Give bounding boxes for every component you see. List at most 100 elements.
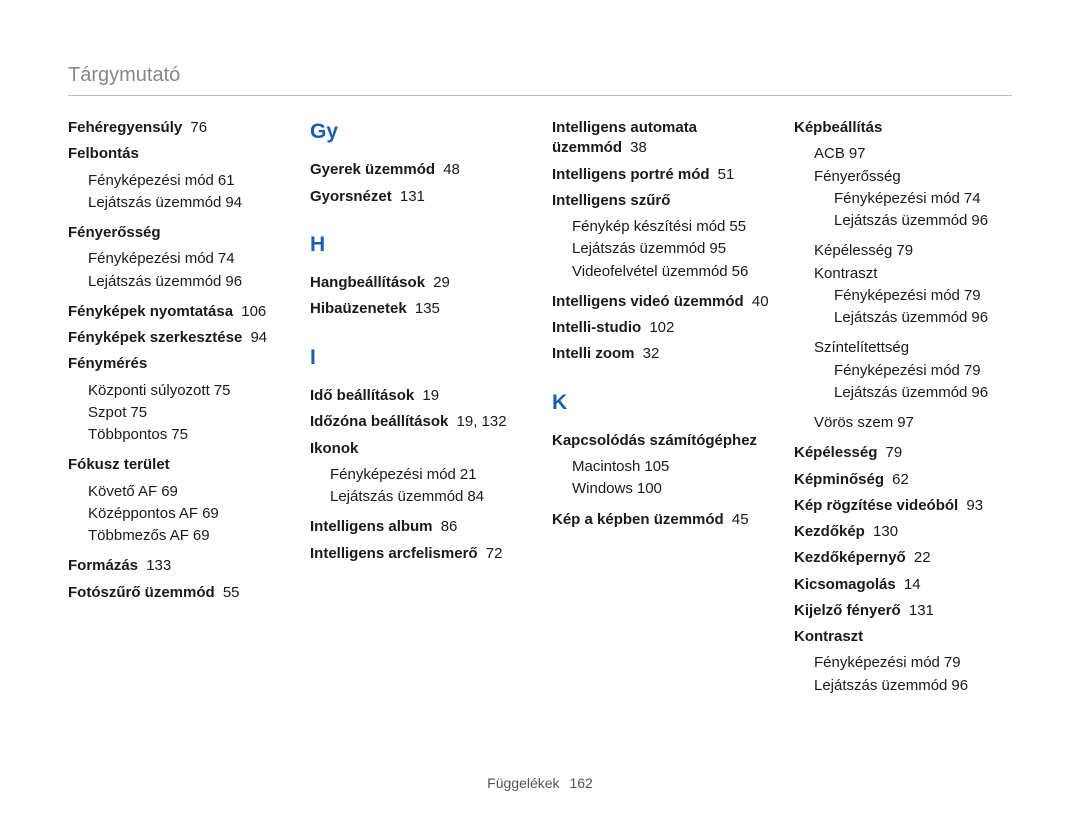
index-page-number: 14 xyxy=(900,576,921,593)
index-page-number: 75 xyxy=(214,382,231,399)
index-subentry: Fényképezési mód74 xyxy=(88,249,286,269)
index-subentries: Macintosh105Windows100 xyxy=(572,457,770,500)
index-entry: Kép a képben üzemmód 45 xyxy=(552,510,770,530)
footer-page: 162 xyxy=(569,775,592,791)
index-entry: Képminőség 62 xyxy=(794,470,1012,490)
index-entry: Kapcsolódás számítógéphez xyxy=(552,431,770,451)
index-entry: Fénymérés xyxy=(68,354,286,374)
index-subentry: Központi súlyozott75 xyxy=(88,381,286,401)
index-page-number: 97 xyxy=(849,145,866,162)
index-entry-label: Intelligens szűrő xyxy=(552,192,670,209)
index-subentry: Lejátszás üzemmód96 xyxy=(834,308,1012,328)
index-subentry-label: Macintosh xyxy=(572,458,640,475)
index-page-number: 94 xyxy=(225,194,242,211)
index-subentry: Lejátszás üzemmód84 xyxy=(330,487,528,507)
index-entry-label: Ikonok xyxy=(310,440,358,457)
index-page-number: 21 xyxy=(460,466,477,483)
index-entry: Fotószűrő üzemmód 55 xyxy=(68,583,286,603)
index-subentry: Fényképezési mód21 xyxy=(330,465,528,485)
index-subentry-label: Többpontos xyxy=(88,426,167,443)
index-subentry: Többpontos75 xyxy=(88,425,286,445)
index-entry: Ikonok xyxy=(310,439,528,459)
index-subentry-label: Lejátszás üzemmód xyxy=(834,212,967,229)
index-page-number: 32 xyxy=(639,345,660,362)
index-entry: Intelligens automata üzemmód 38 xyxy=(552,118,770,159)
index-entry-label: Kezdőkép xyxy=(794,523,865,540)
index-subentry: Lejátszás üzemmód96 xyxy=(834,383,1012,403)
index-entry-label: Kontraszt xyxy=(794,628,863,645)
index-columns: Fehéregyensúly 76 Felbontás Fényképezési m… xyxy=(68,118,1012,706)
index-entry-label: Hangbeállítások xyxy=(310,274,425,291)
page: Tárgymutató Fehéregyensúly 76FelbontásFé… xyxy=(0,0,1080,815)
index-column: GyGyerek üzemmód 48Gyorsnézet 131HHangbe… xyxy=(310,118,528,706)
index-subentry-label: Középpontos AF xyxy=(88,505,198,522)
index-page-number: 40 xyxy=(748,293,769,310)
index-entry-label: Intelligens portré mód xyxy=(552,166,710,183)
index-entry-label: Felbontás xyxy=(68,145,139,162)
index-entry-label: Gyerek üzemmód xyxy=(310,161,435,178)
index-subentry-label: Szpot xyxy=(88,404,126,421)
index-entry-label: Képminőség xyxy=(794,471,884,488)
index-subentry: Képélesség79 xyxy=(814,241,1012,261)
index-subentry-label: Lejátszás üzemmód xyxy=(834,384,967,401)
index-column: Fehéregyensúly 76 Felbontás Fényképezési m… xyxy=(68,118,286,706)
index-page-number: 79 xyxy=(944,654,961,671)
index-subentry-label: Fényképezési mód xyxy=(330,466,456,483)
index-subentry-label: Lejátszás üzemmód xyxy=(834,309,967,326)
index-subentry-label: Fénykép készítési mód xyxy=(572,218,725,235)
index-entry-label: Fénymérés xyxy=(68,355,147,372)
index-entry-label: Fehéregyensúly xyxy=(68,119,182,136)
index-entry-label: Kép a képben üzemmód xyxy=(552,511,724,528)
index-entry: Kezdőkép 130 xyxy=(794,522,1012,542)
index-subentry: Többmezős AF69 xyxy=(88,526,286,546)
index-subentry-label: Többmezős AF xyxy=(88,527,189,544)
index-entry-label: Fényképek nyomtatása xyxy=(68,303,233,320)
index-subentries: ACB97FényerősségFényképezési mód74Lejáts… xyxy=(814,144,1012,433)
index-subentry: Lejátszás üzemmód95 xyxy=(572,239,770,259)
index-subentry: Kontraszt xyxy=(814,264,1012,284)
index-page-number: 72 xyxy=(482,545,503,562)
index-page-number: 55 xyxy=(729,218,746,235)
index-entry: Hibaüzenetek 135 xyxy=(310,299,528,319)
index-page-number: 130 xyxy=(869,523,898,540)
index-letter-heading: K xyxy=(552,389,770,417)
index-entry: Intelligens szűrő xyxy=(552,191,770,211)
index-entry-label: Intelligens arcfelismerő xyxy=(310,545,478,562)
index-entry: Kontraszt xyxy=(794,627,1012,647)
index-entry-label: Idő beállítások xyxy=(310,387,414,404)
index-page-number: 69 xyxy=(161,483,178,500)
index-page-number: 131 xyxy=(396,188,425,205)
index-subentries: Fénykép készítési mód55Lejátszás üzemmód… xyxy=(572,217,770,282)
index-subentries: Fényképezési mód21Lejátszás üzemmód84 xyxy=(330,465,528,508)
index-page-number: 96 xyxy=(971,384,988,401)
index-subentry: Lejátszás üzemmód94 xyxy=(88,193,286,213)
index-subentry: Fénykép készítési mód55 xyxy=(572,217,770,237)
index-subentry: Színtelítettség xyxy=(814,338,1012,358)
index-subentry: Szpot75 xyxy=(88,403,286,423)
index-page-number: 96 xyxy=(951,677,968,694)
index-subentry: Lejátszás üzemmód96 xyxy=(834,211,1012,231)
index-entry: Intelli-studio 102 xyxy=(552,318,770,338)
index-page-number: 84 xyxy=(467,488,484,505)
index-entry: Fényképek nyomtatása 106 xyxy=(68,302,286,322)
index-subentry-label: Fényképezési mód xyxy=(834,190,960,207)
index-subentry-label: Lejátszás üzemmód xyxy=(88,194,221,211)
index-page-number: 79 xyxy=(881,444,902,461)
index-subentry: Fényképezési mód79 xyxy=(814,653,1012,673)
index-entry: Intelligens portré mód 51 xyxy=(552,165,770,185)
index-page-number: 19, 132 xyxy=(452,413,506,430)
index-page-number: 79 xyxy=(964,362,981,379)
index-page-number: 56 xyxy=(732,263,749,280)
index-subentries: Fényképezési mód61Lejátszás üzemmód94 xyxy=(88,171,286,214)
index-page-number: 74 xyxy=(218,250,235,267)
index-page-number: 62 xyxy=(888,471,909,488)
index-subentry: Videofelvétel üzemmód56 xyxy=(572,262,770,282)
index-entry: Idő beállítások 19 xyxy=(310,386,528,406)
index-entry-label: Kijelző fényerő xyxy=(794,602,901,619)
index-subentry-label: Fényerősség xyxy=(814,168,901,185)
index-page-number: 76 xyxy=(186,119,207,136)
index-page-number: 45 xyxy=(728,511,749,528)
index-subentry: Fényképezési mód79 xyxy=(834,286,1012,306)
index-subentries: Fényképezési mód79Lejátszás üzemmód96 xyxy=(834,286,1012,329)
index-entry-label: Fényerősség xyxy=(68,224,161,241)
